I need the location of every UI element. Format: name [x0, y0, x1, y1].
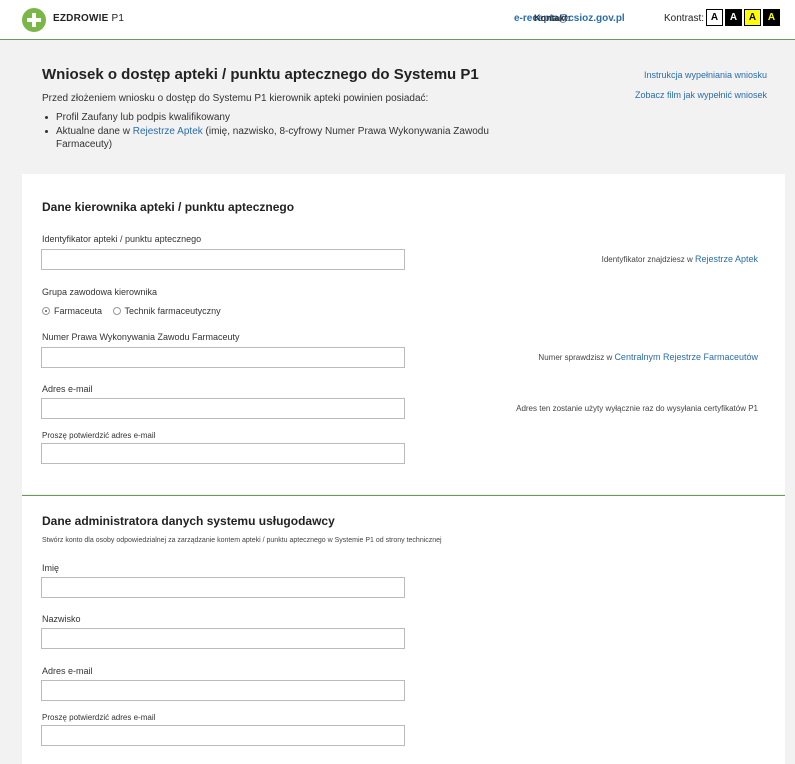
- radio-selected-icon[interactable]: [42, 307, 50, 315]
- brand-name[interactable]: EZDROWIE P1: [53, 13, 124, 24]
- radio-pharmacist[interactable]: Farmaceuta: [42, 306, 102, 316]
- radio-unselected-icon[interactable]: [112, 307, 121, 315]
- radio-technician[interactable]: Technik farmaceutyczny: [112, 306, 221, 316]
- contrast-black-white-button[interactable]: A: [725, 9, 742, 26]
- contact-info: Kontakt: e-recepta@csioz.gov.pl: [514, 13, 625, 24]
- last-name-label: Nazwisko: [42, 614, 81, 624]
- email-confirm-field[interactable]: [41, 443, 405, 464]
- email-confirm-field[interactable]: [41, 725, 405, 746]
- pharmacist-register-link[interactable]: Centralnym Rejestrze Farmaceutów: [614, 352, 758, 362]
- manager-data-section: Dane kierownika apteki / punktu apteczne…: [22, 174, 785, 494]
- contact-label: Kontakt:: [534, 13, 571, 23]
- npwz-label: Numer Prawa Wykonywania Zawodu Farmaceut…: [42, 332, 240, 342]
- first-name-label: Imię: [42, 563, 60, 573]
- npwz-input[interactable]: [41, 347, 405, 368]
- top-bar: EZDROWIE P1 Kontakt: e-recepta@csioz.gov…: [0, 0, 795, 40]
- page-title: Wniosek o dostęp apteki / punktu apteczn…: [42, 66, 479, 83]
- section-title: Dane kierownika apteki / punktu apteczne…: [42, 200, 295, 214]
- brand-suffix: P1: [111, 13, 125, 24]
- pharmacy-register-link[interactable]: Rejestrze Aptek: [133, 126, 203, 137]
- group-radio-group: Farmaceuta Technik farmaceutyczny: [42, 306, 229, 316]
- last-name-field[interactable]: [41, 628, 405, 649]
- pharmacy-register-link[interactable]: Rejestrze Aptek: [695, 254, 758, 264]
- brand-text: EZDROWIE: [53, 13, 109, 24]
- radio-label: Farmaceuta: [54, 306, 103, 316]
- group-label: Grupa zawodowa kierownika: [42, 287, 158, 297]
- email-label: Adres e-mail: [42, 384, 93, 394]
- requirement-text: Aktualne dane w: [56, 126, 133, 137]
- pharmacy-id-hint: Identyfikator znajdziesz w Rejestrze Apt…: [602, 254, 758, 264]
- npwz-hint: Numer sprawdzisz w Centralnym Rejestrze …: [538, 352, 758, 362]
- intro-heading: Wniosek o dostęp apteki / punktu apteczn…: [42, 66, 479, 83]
- hint-text: Identyfikator znajdziesz w: [601, 255, 695, 264]
- video-link[interactable]: Zobacz film jak wypełnić wniosek: [635, 90, 767, 100]
- section-title: Dane administratora danych systemu usług…: [42, 514, 335, 528]
- requirement-item: Profil Zaufany lub podpis kwalifikowany: [42, 111, 512, 124]
- email-field[interactable]: [41, 680, 405, 701]
- contrast-default-button[interactable]: A: [706, 9, 723, 26]
- email-confirm-label: Proszę potwierdzić adres e-mail: [42, 431, 156, 440]
- hint-text: Numer sprawdzisz w: [538, 353, 615, 362]
- email-confirm-label: Proszę potwierdzić adres e-mail: [42, 713, 156, 722]
- contrast-black-yellow-button[interactable]: A: [744, 9, 761, 26]
- section-description: Stwórz konto dla osoby odpowiedzialnej z…: [42, 537, 442, 544]
- email-hint: Adres ten zostanie użyty wyłącznie raz d…: [516, 404, 758, 413]
- instruction-link[interactable]: Instrukcja wypełniania wniosku: [644, 70, 767, 80]
- email-field[interactable]: [41, 398, 405, 419]
- contrast-label: Kontrast:: [664, 13, 705, 24]
- contrast-yellow-black-button[interactable]: A: [763, 9, 780, 26]
- pharmacy-id-label: Identyfikator apteki / punktu aptecznego: [42, 234, 202, 244]
- cross-logo-icon[interactable]: [22, 8, 46, 32]
- radio-label: Technik farmaceutyczny: [124, 306, 221, 316]
- intro-paragraph: Przed złożeniem wniosku o dostęp do Syst…: [42, 93, 429, 104]
- first-name-field[interactable]: [41, 577, 405, 598]
- requirement-item: Aktualne dane w Rejestrze Aptek (imię, n…: [42, 125, 512, 151]
- requirements-list: Profil Zaufany lub podpis kwalifikowany …: [42, 111, 512, 152]
- requirement-text: Profil Zaufany lub podpis kwalifikowany: [56, 112, 230, 123]
- pharmacy-id-input[interactable]: [41, 249, 405, 270]
- email-label: Adres e-mail: [42, 666, 93, 676]
- administrator-data-section: Dane administratora danych systemu usług…: [22, 495, 785, 764]
